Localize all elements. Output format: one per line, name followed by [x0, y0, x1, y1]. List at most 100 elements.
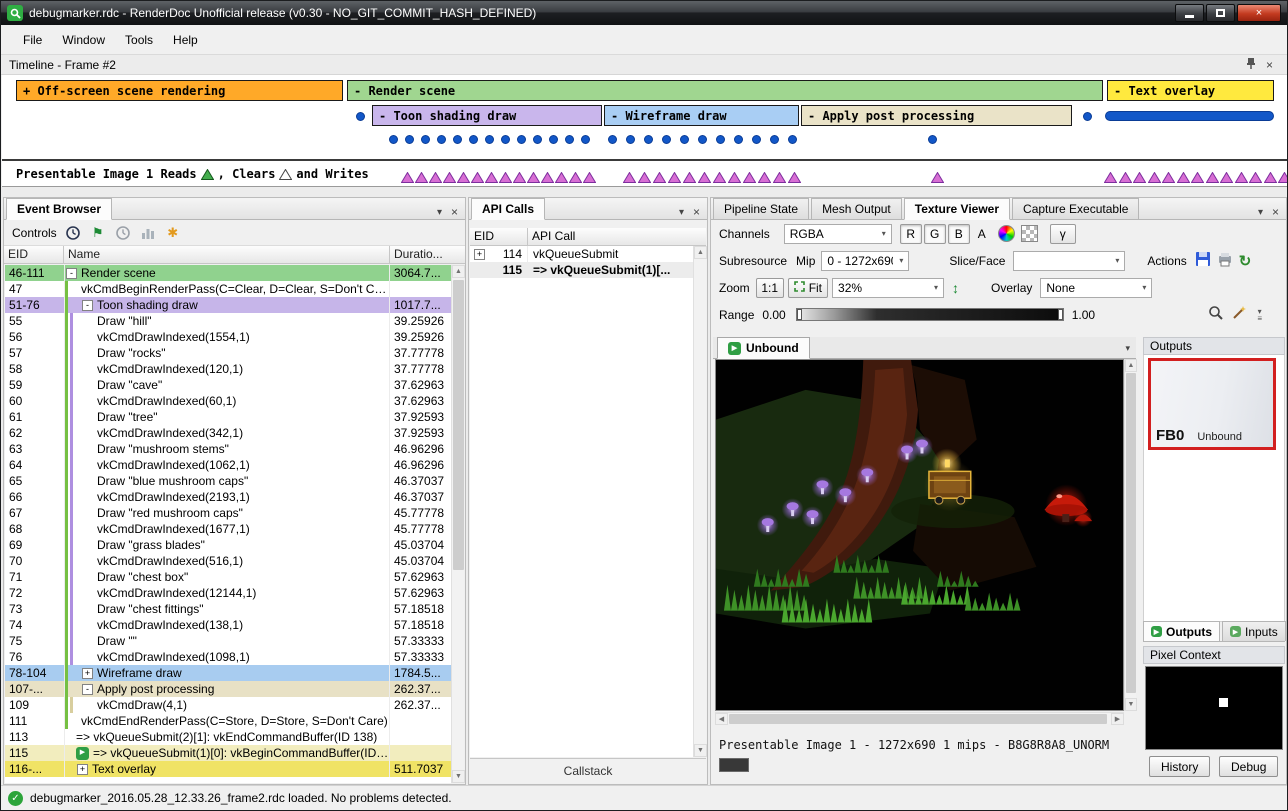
timeline-canvas[interactable]: + Off-screen scene rendering- Render sce… — [2, 75, 1288, 159]
timeline-event-dot[interactable] — [608, 135, 617, 144]
mip-dropdown[interactable]: 0 - 1272x690 ▾ — [821, 251, 909, 271]
texture-tab-unbound[interactable]: ▶ Unbound — [717, 337, 810, 359]
timeline-event-dot[interactable] — [549, 135, 558, 144]
bookmark-icon[interactable]: ✱ — [164, 224, 182, 242]
event-row[interactable]: 78-104+Wireframe draw1784.5... — [5, 665, 451, 681]
event-row[interactable]: 72vkCmdDrawIndexed(12144,1)57.62963 — [5, 585, 451, 601]
pin-icon[interactable] — [1246, 57, 1256, 72]
event-row[interactable]: 111vkCmdEndRenderPass(C=Store, D=Store, … — [5, 713, 451, 729]
menu-item-file[interactable]: File — [13, 29, 52, 51]
timeline-event-dot[interactable] — [698, 135, 707, 144]
write-triangle[interactable] — [784, 170, 805, 184]
event-row[interactable]: 60vkCmdDrawIndexed(60,1)37.62963 — [5, 393, 451, 409]
panel-menu-chevron-icon[interactable]: ▾ — [1258, 207, 1263, 218]
export-icon[interactable] — [1217, 251, 1233, 270]
timeline-marker-bar[interactable]: + Off-screen scene rendering — [16, 80, 343, 101]
event-row[interactable]: 63Draw "mushroom stems"46.96296 — [5, 441, 451, 457]
scroll-left-icon[interactable]: ◀ — [715, 713, 728, 725]
timeline-event-dot[interactable] — [437, 135, 446, 144]
tab-texture-viewer[interactable]: Texture Viewer — [904, 198, 1010, 220]
event-row[interactable]: 58vkCmdDrawIndexed(120,1)37.77778 — [5, 361, 451, 377]
panel-close-icon[interactable]: × — [693, 205, 700, 219]
event-row[interactable]: 66vkCmdDrawIndexed(2193,1)46.37037 — [5, 489, 451, 505]
timeline-marker-bar[interactable]: - Wireframe draw — [604, 105, 799, 126]
texture-display[interactable] — [715, 359, 1124, 711]
timeline-event-dot[interactable] — [405, 135, 414, 144]
event-row[interactable]: 76vkCmdDrawIndexed(1098,1)57.33333 — [5, 649, 451, 665]
timeline-event-dot[interactable] — [469, 135, 478, 144]
event-row[interactable]: 68vkCmdDrawIndexed(1677,1)45.77778 — [5, 521, 451, 537]
timeline-event-dot[interactable] — [453, 135, 462, 144]
menu-item-help[interactable]: Help — [163, 29, 208, 51]
zoom-1-1-button[interactable]: 1:1 — [756, 278, 784, 298]
timeline-event-dot[interactable] — [644, 135, 653, 144]
maximize-button[interactable] — [1206, 4, 1235, 22]
stats-icon[interactable] — [139, 224, 157, 242]
scrollbar-thumb[interactable] — [453, 280, 464, 570]
titlebar[interactable]: debugmarker.rdc - RenderDoc Unofficial r… — [1, 1, 1287, 25]
tab-event-browser[interactable]: Event Browser — [6, 198, 112, 220]
timeline-event-dot[interactable] — [734, 135, 743, 144]
timeline-marker-bar[interactable]: - Render scene — [347, 80, 1103, 101]
event-row[interactable]: 70vkCmdDrawIndexed(516,1)45.03704 — [5, 553, 451, 569]
event-row[interactable]: 46-111-Render scene3064.7... — [5, 265, 451, 281]
channel-b-button[interactable]: B — [948, 224, 970, 244]
event-row[interactable]: 109vkCmdDraw(4,1)262.37... — [5, 697, 451, 713]
scroll-right-icon[interactable]: ▶ — [1111, 713, 1124, 725]
row-expander[interactable]: + — [82, 668, 93, 679]
scroll-up-icon[interactable]: ▲ — [694, 246, 707, 259]
panel-close-icon[interactable]: × — [451, 205, 458, 219]
column-header-eid[interactable]: EID — [470, 228, 528, 245]
channel-a-button[interactable]: A — [974, 224, 990, 244]
event-row[interactable]: 74vkCmdDrawIndexed(138,1)57.18518 — [5, 617, 451, 633]
timeline-event-dot[interactable] — [716, 135, 725, 144]
panel-close-icon[interactable]: × — [1272, 205, 1279, 219]
texture-horizontal-scrollbar[interactable]: ◀ ▶ — [715, 712, 1124, 724]
scroll-down-icon[interactable]: ▼ — [1125, 698, 1137, 711]
event-row[interactable]: 73Draw "chest fittings"57.18518 — [5, 601, 451, 617]
scrollbar-thumb[interactable] — [729, 714, 1107, 724]
timeline-event-dot[interactable] — [421, 135, 430, 144]
column-header-duration[interactable]: Duratio... — [390, 246, 465, 263]
timeline-marker-bar[interactable]: - Text overlay — [1107, 80, 1274, 101]
channels-dropdown[interactable]: RGBA ▾ — [784, 224, 892, 244]
menu-item-tools[interactable]: Tools — [115, 29, 163, 51]
timeline-event-dot[interactable] — [565, 135, 574, 144]
scroll-down-icon[interactable]: ▼ — [452, 770, 465, 783]
scrollbar-thumb[interactable] — [1126, 373, 1136, 693]
event-row[interactable]: 55Draw "hill"39.25926 — [5, 313, 451, 329]
event-browser-scrollbar[interactable]: ▲ ▼ — [451, 265, 464, 783]
row-expander[interactable]: - — [66, 268, 77, 279]
timeline-event-dot[interactable] — [501, 135, 510, 144]
event-row[interactable]: 57Draw "rocks"37.77778 — [5, 345, 451, 361]
zoom-dropdown[interactable]: 32% ▾ — [832, 278, 944, 298]
panel-menu-chevron-icon[interactable]: ▾ — [437, 207, 442, 218]
timeline-marker-bar[interactable]: - Apply post processing — [801, 105, 1072, 126]
slice-face-dropdown[interactable]: ▾ — [1013, 251, 1125, 271]
save-icon[interactable] — [1195, 251, 1211, 270]
timeline-event-dot[interactable] — [533, 135, 542, 144]
debug-button[interactable]: Debug — [1219, 756, 1278, 777]
timeline-event-dot[interactable] — [928, 135, 937, 144]
event-row[interactable]: 64vkCmdDrawIndexed(1062,1)46.96296 — [5, 457, 451, 473]
timeline-event-dot[interactable] — [752, 135, 761, 144]
event-row[interactable]: 59Draw "cave"37.62963 — [5, 377, 451, 393]
menu-item-window[interactable]: Window — [52, 29, 115, 51]
write-triangle[interactable] — [927, 170, 948, 184]
event-row[interactable]: 113=> vkQueueSubmit(2)[1]: vkEndCommandB… — [5, 729, 451, 745]
column-header-name[interactable]: Name — [64, 246, 390, 263]
event-row[interactable]: 107-...-Apply post processing262.37... — [5, 681, 451, 697]
flip-y-icon[interactable]: ↕ — [952, 280, 959, 296]
range-handle-left[interactable] — [797, 309, 802, 320]
column-header-api-call[interactable]: API Call — [528, 228, 706, 245]
texture-list-chevron-icon[interactable]: ▾ — [1125, 343, 1136, 358]
timeline-event-dot[interactable] — [517, 135, 526, 144]
alpha-checker-icon[interactable] — [1021, 225, 1038, 242]
timeline-close-icon[interactable]: × — [1266, 58, 1273, 72]
timeline-event-dot[interactable] — [680, 135, 689, 144]
fit-button[interactable]: Fit — [788, 278, 828, 298]
event-row[interactable]: 65Draw "blue mushroom caps"46.37037 — [5, 473, 451, 489]
event-row[interactable]: 75Draw ""57.33333 — [5, 633, 451, 649]
clock-icon[interactable] — [114, 224, 132, 242]
callstack-section[interactable]: Callstack — [470, 758, 706, 783]
